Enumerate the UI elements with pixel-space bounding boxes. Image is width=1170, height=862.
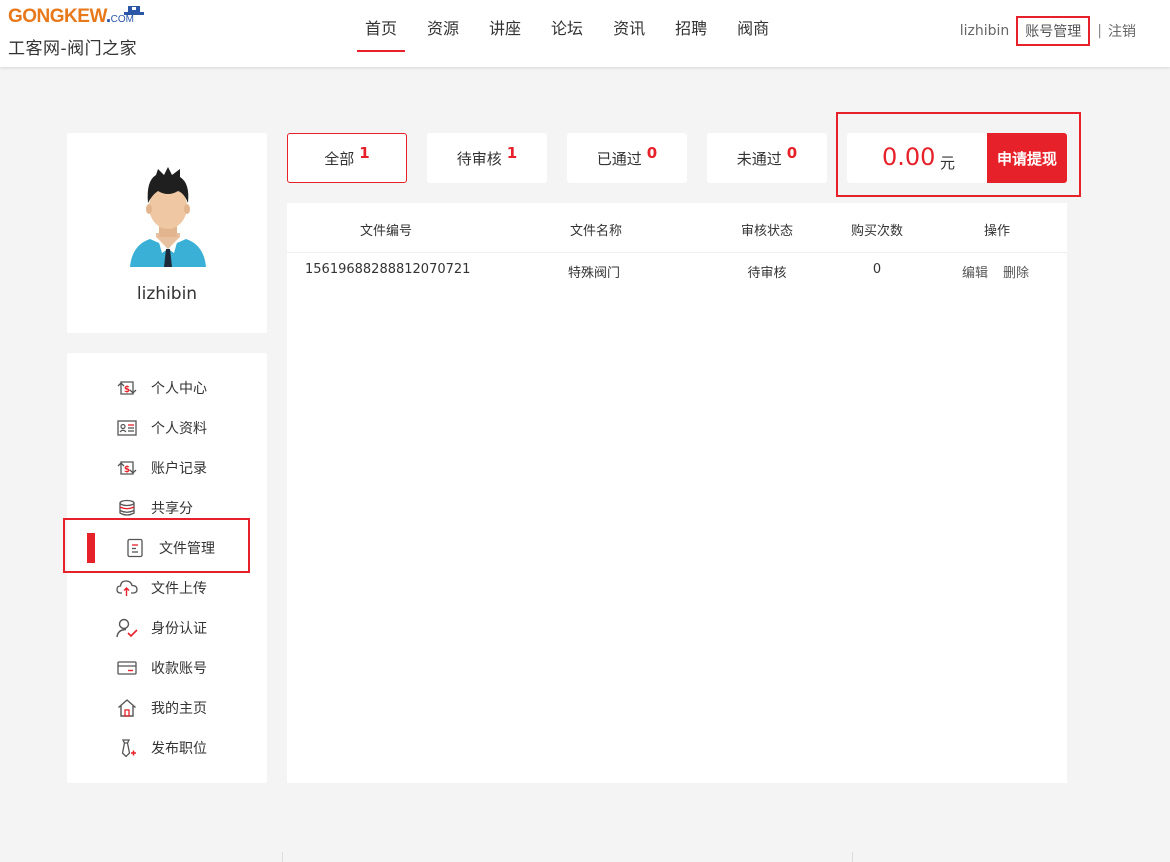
nav-vendors[interactable]: 阀商	[733, 0, 773, 52]
menu-label: 个人资料	[151, 421, 207, 437]
coin-stack-icon	[115, 498, 139, 518]
tab-count: 1	[359, 144, 370, 162]
tab-count: 1	[506, 144, 518, 162]
logo-wordmark: GONGKEW.COM	[8, 6, 134, 31]
menu-label: 身份认证	[151, 621, 207, 637]
cell-file-id: 15619688288812070721	[305, 262, 471, 277]
svg-text:$: $	[124, 465, 130, 475]
home-icon	[115, 698, 139, 718]
menu-label: 文件管理	[159, 541, 215, 557]
nav-forum[interactable]: 论坛	[547, 0, 587, 52]
nav-resources[interactable]: 资源	[423, 0, 463, 52]
tab-count: 0	[646, 144, 658, 162]
tab-pending[interactable]: 待审核 1	[427, 133, 547, 183]
col-header-file-name: 文件名称	[569, 224, 623, 239]
delete-button[interactable]: 删除	[1003, 262, 1029, 281]
svg-text:$: $	[124, 385, 130, 395]
profile-card: lizhibin	[67, 133, 267, 333]
menu-item-profile[interactable]: 个人资料	[115, 413, 207, 443]
tab-approved[interactable]: 已通过 0	[567, 133, 687, 183]
menu-item-file-management[interactable]: 文件管理	[123, 533, 215, 563]
avatar	[130, 167, 206, 267]
menu-label: 共享分	[151, 501, 193, 517]
cell-purchase-count: 0	[872, 262, 882, 277]
menu-item-payment-account[interactable]: 收款账号	[115, 653, 207, 683]
menu-item-file-upload[interactable]: 文件上传	[115, 573, 207, 603]
header-username[interactable]: lizhibin	[960, 23, 1010, 39]
top-header: GONGKEW.COM 工客网-阀门之家 首页 资源 讲座 论坛 资讯 招聘 阀…	[0, 0, 1170, 67]
tab-label: 已通过	[596, 149, 642, 168]
menu-label: 收款账号	[151, 661, 207, 677]
site-logo[interactable]: GONGKEW.COM 工客网-阀门之家	[8, 6, 158, 60]
logout-link[interactable]: 注销	[1108, 21, 1136, 41]
logo-subtitle: 工客网-阀门之家	[8, 39, 138, 59]
col-header-purchase-count: 购买次数	[850, 224, 904, 239]
user-area: lizhibin 账号管理 | 注销	[960, 16, 1136, 46]
header-divider	[287, 252, 1067, 253]
id-card-icon	[115, 418, 139, 438]
tab-label: 待审核	[456, 149, 502, 168]
menu-label: 个人中心	[151, 381, 207, 397]
edit-button[interactable]: 编辑	[962, 262, 988, 281]
menu-label: 我的主页	[151, 701, 207, 717]
logo-hat-icon	[124, 6, 144, 15]
main-nav: 首页 资源 讲座 论坛 资讯 招聘 阀商	[350, 0, 784, 67]
sidebar-menu: $ 个人中心 个人资料 $ 账户记录 共享分 文件管理 文件上传 身份认证 收款…	[63, 353, 267, 783]
cell-file-name: 特殊阀门	[568, 266, 621, 281]
footer-divider	[282, 852, 283, 862]
nav-jobs[interactable]: 招聘	[671, 0, 711, 52]
col-header-actions: 操作	[983, 224, 1011, 239]
tab-count: 0	[786, 144, 798, 162]
account-manage-link[interactable]: 账号管理	[1016, 16, 1091, 46]
menu-item-my-homepage[interactable]: 我的主页	[115, 693, 207, 723]
profile-username: lizhibin	[136, 284, 198, 304]
balance-highlight	[836, 112, 1081, 197]
footer-divider	[852, 852, 853, 862]
header-separator: |	[1097, 23, 1102, 39]
tab-rejected[interactable]: 未通过 0	[707, 133, 827, 183]
cloud-upload-icon	[115, 578, 139, 598]
tie-plus-icon	[115, 738, 139, 758]
nav-news[interactable]: 资讯	[609, 0, 649, 52]
menu-item-account-records[interactable]: $ 账户记录	[115, 453, 207, 483]
tab-label: 全部	[324, 149, 355, 168]
menu-label: 账户记录	[151, 461, 207, 477]
menu-label: 发布职位	[151, 741, 207, 757]
tab-all[interactable]: 全部 1	[287, 133, 407, 183]
col-header-file-id: 文件编号	[359, 224, 413, 239]
menu-item-identity-verification[interactable]: 身份认证	[115, 613, 207, 643]
document-icon	[123, 538, 147, 558]
cell-review-status: 待审核	[747, 266, 787, 281]
tab-label: 未通过	[736, 149, 782, 168]
user-check-icon	[115, 618, 139, 638]
card-icon	[115, 658, 139, 678]
col-header-review-status: 审核状态	[740, 224, 794, 239]
file-table: 文件编号 文件名称 审核状态 购买次数 操作 15619688288812070…	[287, 203, 1067, 783]
menu-item-share-points[interactable]: 共享分	[115, 493, 193, 523]
active-item-marker	[87, 533, 95, 563]
nav-lectures[interactable]: 讲座	[485, 0, 525, 52]
menu-label: 文件上传	[151, 581, 207, 597]
logo-text-main: GONGKEW	[8, 6, 106, 27]
menu-item-post-job[interactable]: 发布职位	[115, 733, 207, 763]
nav-home[interactable]: 首页	[356, 0, 406, 52]
dollar-cycle-icon: $	[115, 378, 139, 398]
dollar-cycle-icon: $	[115, 458, 139, 478]
menu-item-personal-center[interactable]: $ 个人中心	[115, 373, 207, 403]
